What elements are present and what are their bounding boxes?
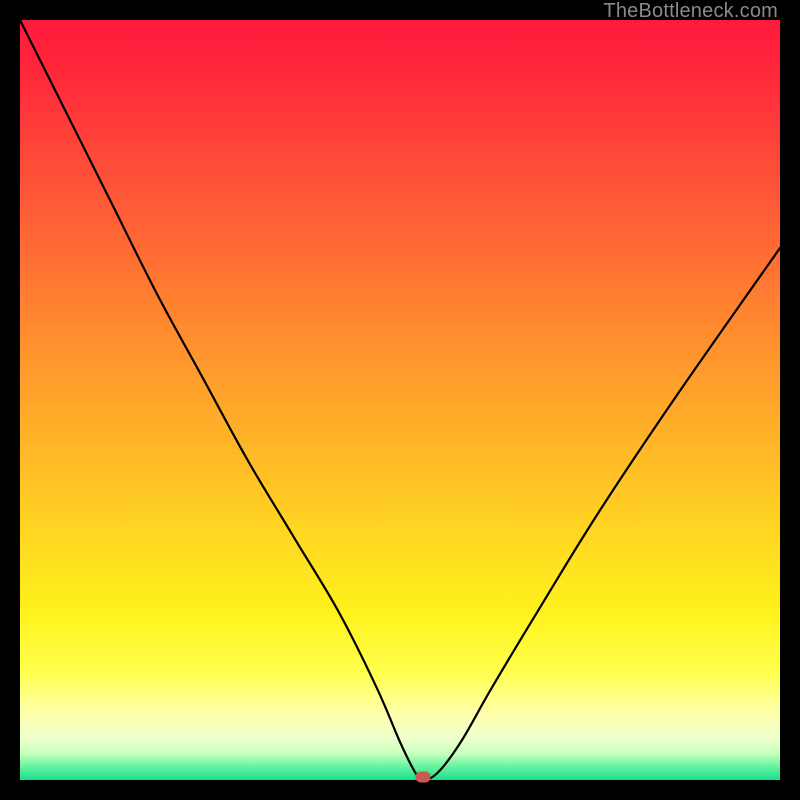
plot-area xyxy=(20,20,780,780)
curve-svg xyxy=(20,20,780,780)
minimum-marker xyxy=(415,772,430,783)
bottleneck-curve xyxy=(20,20,780,780)
chart-frame: TheBottleneck.com xyxy=(0,0,800,800)
